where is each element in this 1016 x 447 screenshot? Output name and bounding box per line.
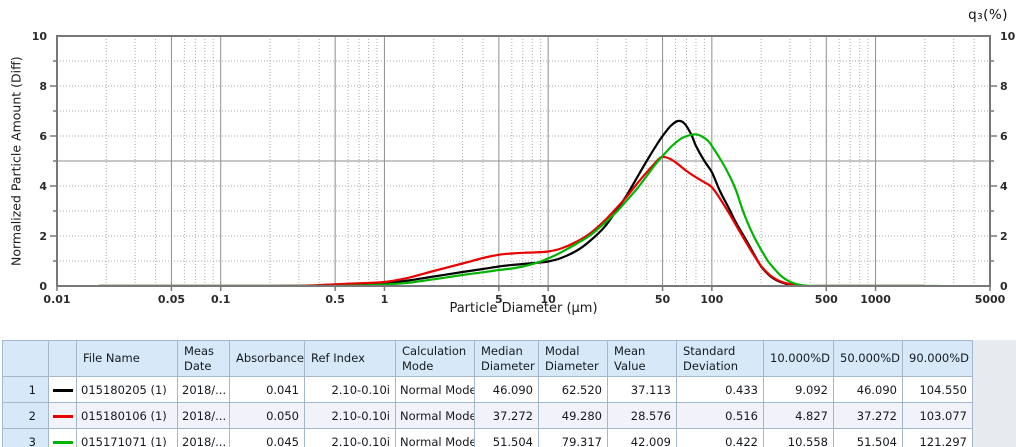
cell-std[interactable]: 0.516 [677,403,764,429]
cell-mean[interactable]: 28.576 [608,403,677,429]
y-left-tick-label: 0 [39,280,47,293]
cell-mean[interactable]: 42.009 [608,429,677,447]
series-swatch-cell[interactable] [49,429,77,447]
series-swatch-cell[interactable] [49,377,77,403]
table-row-2[interactable]: 2 015180106 (1)2018/...0.0502.10-0.10iNor… [3,403,973,429]
cell-d10[interactable]: 9.092 [764,377,834,403]
particle-analyzer-screen: q₃(%) Normalized Particle Amount (Diff) … [0,0,1016,447]
cell-std[interactable]: 0.433 [677,377,764,403]
cell-d90[interactable]: 121.297 [903,429,973,447]
chart-canvas: 0.010.050.10.515105010050010005000002244… [0,0,1016,336]
col-header-abs: Absorbance [230,341,305,377]
y-right-tick-label: 10 [1000,30,1016,43]
cell-calc[interactable]: Normal Mode [396,403,475,429]
cell-d50[interactable]: 37.272 [834,403,903,429]
right-axis-title: q₃(%) [968,7,1008,23]
series-swatch-cell[interactable] [49,403,77,429]
cell-calc[interactable]: Normal Mode [396,377,475,403]
cell-median[interactable]: 51.504 [475,429,539,447]
cell-median[interactable]: 37.272 [475,403,539,429]
row-number-cell[interactable]: 2 [3,403,49,429]
col-header-empty [49,341,77,377]
y-left-tick-label: 8 [39,80,47,93]
cell-modal[interactable]: 62.520 [539,377,608,403]
cell-file[interactable]: 015180205 (1) [77,377,178,403]
cell-d90[interactable]: 104.550 [903,377,973,403]
cell-d50[interactable]: 51.504 [834,429,903,447]
table-right-filler [973,340,1016,447]
cell-std[interactable]: 0.422 [677,429,764,447]
table-row-3[interactable]: 3 015171071 (1)2018/...0.0452.10-0.10iNor… [3,429,973,447]
y-left-tick-label: 4 [39,180,47,193]
y-right-tick-label: 8 [1000,80,1008,93]
col-header-d50: 50.000%D [834,341,903,377]
col-header-std: Standard Deviation [677,341,764,377]
cell-abs[interactable]: 0.041 [230,377,305,403]
cell-abs[interactable]: 0.050 [230,403,305,429]
y-left-tick-label: 2 [39,230,47,243]
cell-date[interactable]: 2018/... [178,377,230,403]
y-right-tick-label: 6 [1000,130,1008,143]
x-axis-title: Particle Diameter (μm) [57,301,990,316]
distribution-chart: q₃(%) Normalized Particle Amount (Diff) … [0,0,1016,336]
col-header-file: File Name [77,341,178,377]
cell-ref[interactable]: 2.10-0.10i [305,377,396,403]
cell-date[interactable]: 2018/... [178,429,230,447]
cell-file[interactable]: 015171071 (1) [77,429,178,447]
col-header-median: Median Diameter [475,341,539,377]
cell-d10[interactable]: 4.827 [764,403,834,429]
col-header-date: Meas Date [178,341,230,377]
cell-median[interactable]: 46.090 [475,377,539,403]
y-right-tick-label: 0 [1000,280,1008,293]
cell-ref[interactable]: 2.10-0.10i [305,429,396,447]
col-header-calc: Calculation Mode [396,341,475,377]
series-color-swatch [53,441,73,444]
series-color-swatch [53,389,73,392]
series-color-swatch [53,415,73,418]
y-right-tick-label: 4 [1000,180,1008,193]
cell-d90[interactable]: 103.077 [903,403,973,429]
cell-modal[interactable]: 49.280 [539,403,608,429]
results-table: File NameMeas DateAbsorbanceRef IndexCal… [2,340,973,447]
cell-mean[interactable]: 37.113 [608,377,677,403]
cell-d50[interactable]: 46.090 [834,377,903,403]
table-row-1[interactable]: 1 015180205 (1)2018/...0.0412.10-0.10iNor… [3,377,973,403]
row-number-cell[interactable]: 3 [3,429,49,447]
col-header-mean: Mean Value [608,341,677,377]
series-curve-0151801061 [99,157,925,286]
table-header-row: File NameMeas DateAbsorbanceRef IndexCal… [3,341,973,377]
cell-ref[interactable]: 2.10-0.10i [305,403,396,429]
results-table-region: File NameMeas DateAbsorbanceRef IndexCal… [2,340,973,447]
col-header-modal: Modal Diameter [539,341,608,377]
cell-calc[interactable]: Normal Mode [396,429,475,447]
y-left-tick-label: 6 [39,130,47,143]
cell-d10[interactable]: 10.558 [764,429,834,447]
row-number-cell[interactable]: 1 [3,377,49,403]
col-header-d90: 90.000%D [903,341,973,377]
col-header-d10: 10.000%D [764,341,834,377]
cell-abs[interactable]: 0.045 [230,429,305,447]
cell-file[interactable]: 015180106 (1) [77,403,178,429]
col-header-empty [3,341,49,377]
cell-modal[interactable]: 79.317 [539,429,608,447]
left-axis-title: Normalized Particle Amount (Diff) [7,36,25,286]
y-right-tick-label: 2 [1000,230,1008,243]
y-left-tick-label: 10 [32,30,48,43]
cell-date[interactable]: 2018/... [178,403,230,429]
col-header-ref: Ref Index [305,341,396,377]
